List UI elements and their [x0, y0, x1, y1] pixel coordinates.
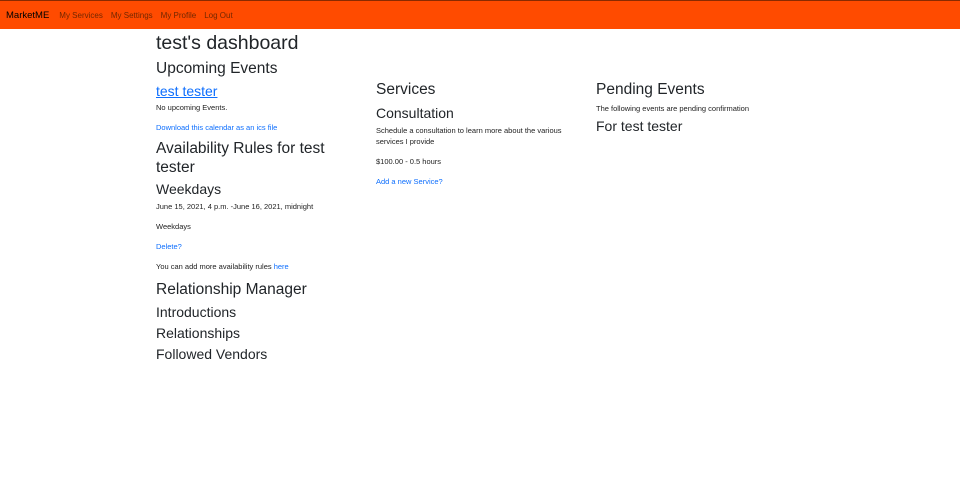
user-link-test-tester[interactable]: test tester: [156, 82, 217, 101]
add-more-rules-here-link[interactable]: here: [274, 262, 289, 271]
availability-rule-title: Weekdays: [156, 181, 222, 197]
page-title: test's dashboard: [156, 32, 299, 54]
service-description: Schedule a consultation to learn more ab…: [376, 126, 562, 146]
nav-link-my-profile[interactable]: My Profile: [161, 11, 197, 20]
relationship-manager-heading: Relationship Manager: [156, 281, 307, 298]
dashboard-left-column: test's dashboard Upcoming Events test te…: [156, 30, 366, 364]
pending-events-heading: Pending Events: [596, 81, 705, 98]
nav-link-my-settings[interactable]: My Settings: [111, 11, 153, 20]
download-calendar-link[interactable]: Download this calendar as an ics file: [156, 123, 277, 132]
add-more-rules-prefix: You can add more availability rules: [156, 262, 272, 271]
services-column: Services Consultation Schedule a consult…: [376, 80, 586, 187]
delete-rule-link[interactable]: Delete?: [156, 242, 182, 251]
add-more-rules-text: You can add more availability rules here: [156, 261, 366, 272]
brand-link[interactable]: MarketME: [6, 10, 49, 21]
add-service-link[interactable]: Add a new Service?: [376, 177, 443, 186]
relationships-heading: Relationships: [156, 325, 241, 341]
availability-rule-days: Weekdays: [156, 222, 191, 231]
services-heading: Services: [376, 81, 436, 98]
availability-rules-heading: Availability Rules for test tester: [156, 140, 325, 176]
pending-events-description: The following events are pending confirm…: [596, 104, 750, 113]
nav-link-my-services[interactable]: My Services: [59, 11, 103, 20]
upcoming-events-heading: Upcoming Events: [156, 60, 278, 77]
availability-rule-time: June 15, 2021, 4 p.m. -June 16, 2021, mi…: [156, 202, 314, 211]
nav-link-log-out[interactable]: Log Out: [204, 11, 232, 20]
pending-for-user-heading: For test tester: [596, 118, 683, 134]
no-upcoming-events-text: No upcoming Events.: [156, 103, 228, 112]
pending-events-column: Pending Events The following events are …: [596, 80, 806, 136]
followed-vendors-heading: Followed Vendors: [156, 346, 268, 362]
introductions-heading: Introductions: [156, 304, 237, 320]
top-navbar: MarketME My Services My Settings My Prof…: [0, 0, 960, 29]
service-price: $100.00 - 0.5 hours: [376, 157, 442, 166]
service-title-consultation: Consultation: [376, 105, 454, 121]
